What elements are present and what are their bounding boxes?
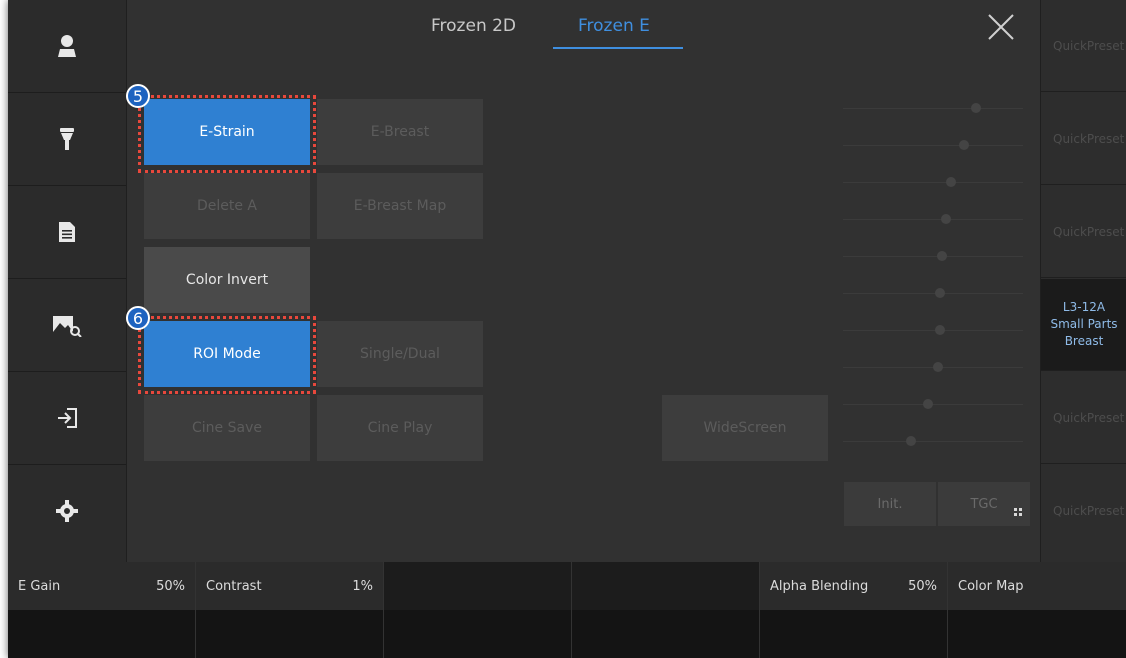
tgc-slider-track[interactable] xyxy=(843,219,1023,220)
tgc-slider-track[interactable] xyxy=(843,330,1023,331)
cine-play-button[interactable]: Cine Play xyxy=(317,395,483,461)
tgc-slider-handle[interactable] xyxy=(940,214,951,224)
tab-frozen-e[interactable]: Frozen E xyxy=(578,16,650,36)
tgc-slider-handle[interactable] xyxy=(933,362,944,372)
param-label: E Gain xyxy=(18,578,61,594)
param-label: Color Map xyxy=(958,578,1024,594)
param-disabled-2 xyxy=(572,562,760,610)
quick-preset-1[interactable]: QuickPreset xyxy=(1041,0,1126,92)
probe-icon xyxy=(60,128,74,150)
tgc-slider-handle[interactable] xyxy=(971,103,982,113)
sidebar-probe-button[interactable] xyxy=(8,93,126,186)
param-value: 1% xyxy=(352,578,373,594)
param-row2-cell-5 xyxy=(760,610,948,658)
grid-dots-icon xyxy=(1014,508,1022,516)
e-breast-button[interactable]: E-Breast xyxy=(317,99,483,165)
single-dual-button[interactable]: Single/Dual xyxy=(317,321,483,387)
ultrasound-touch-panel: Frozen 2D Frozen E E-Strain E-Breast Del… xyxy=(8,0,1126,658)
highlight-roi-mode xyxy=(138,316,316,394)
sidebar-exit-button[interactable] xyxy=(8,372,126,465)
patient-icon xyxy=(58,35,76,57)
widescreen-button[interactable]: WideScreen xyxy=(662,395,828,461)
tgc-slider-track[interactable] xyxy=(843,108,1023,109)
quick-preset-2[interactable]: QuickPreset xyxy=(1041,93,1126,185)
sidebar-settings-button[interactable] xyxy=(8,465,126,557)
init-button[interactable]: Init. xyxy=(844,482,936,526)
quick-preset-column: QuickPreset QuickPreset QuickPreset L3-1… xyxy=(1040,0,1126,562)
param-label: Alpha Blending xyxy=(770,578,869,594)
quick-preset-4[interactable]: QuickPreset xyxy=(1041,372,1126,464)
param-disabled-1 xyxy=(384,562,572,610)
sidebar-image-review-button[interactable] xyxy=(8,279,126,372)
cine-save-button[interactable]: Cine Save xyxy=(144,395,310,461)
e-breast-map-button[interactable]: E-Breast Map xyxy=(317,173,483,239)
param-row2-cell-2 xyxy=(196,610,384,658)
tab-frozen-2d[interactable]: Frozen 2D xyxy=(431,16,516,36)
tgc-slider-track[interactable] xyxy=(843,145,1023,146)
param-contrast[interactable]: Contrast 1% xyxy=(196,562,384,610)
color-invert-button[interactable]: Color Invert xyxy=(144,247,310,313)
param-value: 50% xyxy=(156,578,185,594)
tgc-slider-handle[interactable] xyxy=(922,399,933,409)
tgc-slider-track[interactable] xyxy=(843,182,1023,183)
param-row2-cell-4 xyxy=(572,610,760,658)
active-tab-indicator xyxy=(553,47,683,49)
tgc-slider-track[interactable] xyxy=(843,256,1023,257)
tgc-slider-handle[interactable] xyxy=(906,436,917,446)
highlight-e-strain xyxy=(138,95,316,173)
left-sidebar xyxy=(8,0,127,562)
callout-badge-6: 6 xyxy=(126,306,150,330)
tgc-slider-handle[interactable] xyxy=(935,325,946,335)
tgc-slider-track[interactable] xyxy=(843,293,1023,294)
quick-preset-5[interactable]: QuickPreset xyxy=(1041,465,1126,557)
param-e-gain[interactable]: E Gain 50% xyxy=(8,562,196,610)
param-row2-cell-1 xyxy=(8,610,196,658)
tgc-slider-track[interactable] xyxy=(843,441,1023,442)
tgc-slider-handle[interactable] xyxy=(946,177,956,187)
param-alpha-blending[interactable]: Alpha Blending 50% xyxy=(760,562,948,610)
exit-icon xyxy=(58,408,77,428)
sidebar-patient-button[interactable] xyxy=(8,0,126,93)
image-review-icon xyxy=(53,316,82,337)
tgc-slider-handle[interactable] xyxy=(935,288,946,298)
tgc-slider-handle[interactable] xyxy=(958,140,969,150)
settings-icon xyxy=(56,500,78,522)
param-value: 50% xyxy=(908,578,937,594)
sidebar-report-button[interactable] xyxy=(8,186,126,279)
param-color-map[interactable]: Color Map xyxy=(948,562,1126,610)
tgc-slider-handle[interactable] xyxy=(937,251,947,261)
delete-a-button[interactable]: Delete A xyxy=(144,173,310,239)
report-icon xyxy=(59,222,75,242)
tgc-button[interactable]: TGC xyxy=(938,482,1030,526)
callout-badge-5: 5 xyxy=(126,84,150,108)
param-row2-cell-3 xyxy=(384,610,572,658)
tgc-slider-track[interactable] xyxy=(843,404,1023,405)
quick-preset-3[interactable]: QuickPreset xyxy=(1041,186,1126,278)
param-label: Contrast xyxy=(206,578,262,594)
parameter-bar: E Gain 50% Contrast 1% Alpha Blending 50… xyxy=(8,562,1126,658)
param-row2-cell-6 xyxy=(948,610,1126,658)
selected-probe-preset[interactable]: L3-12A Small Parts Breast xyxy=(1041,279,1126,371)
close-icon[interactable] xyxy=(986,12,1016,42)
tgc-label: TGC xyxy=(970,496,998,512)
